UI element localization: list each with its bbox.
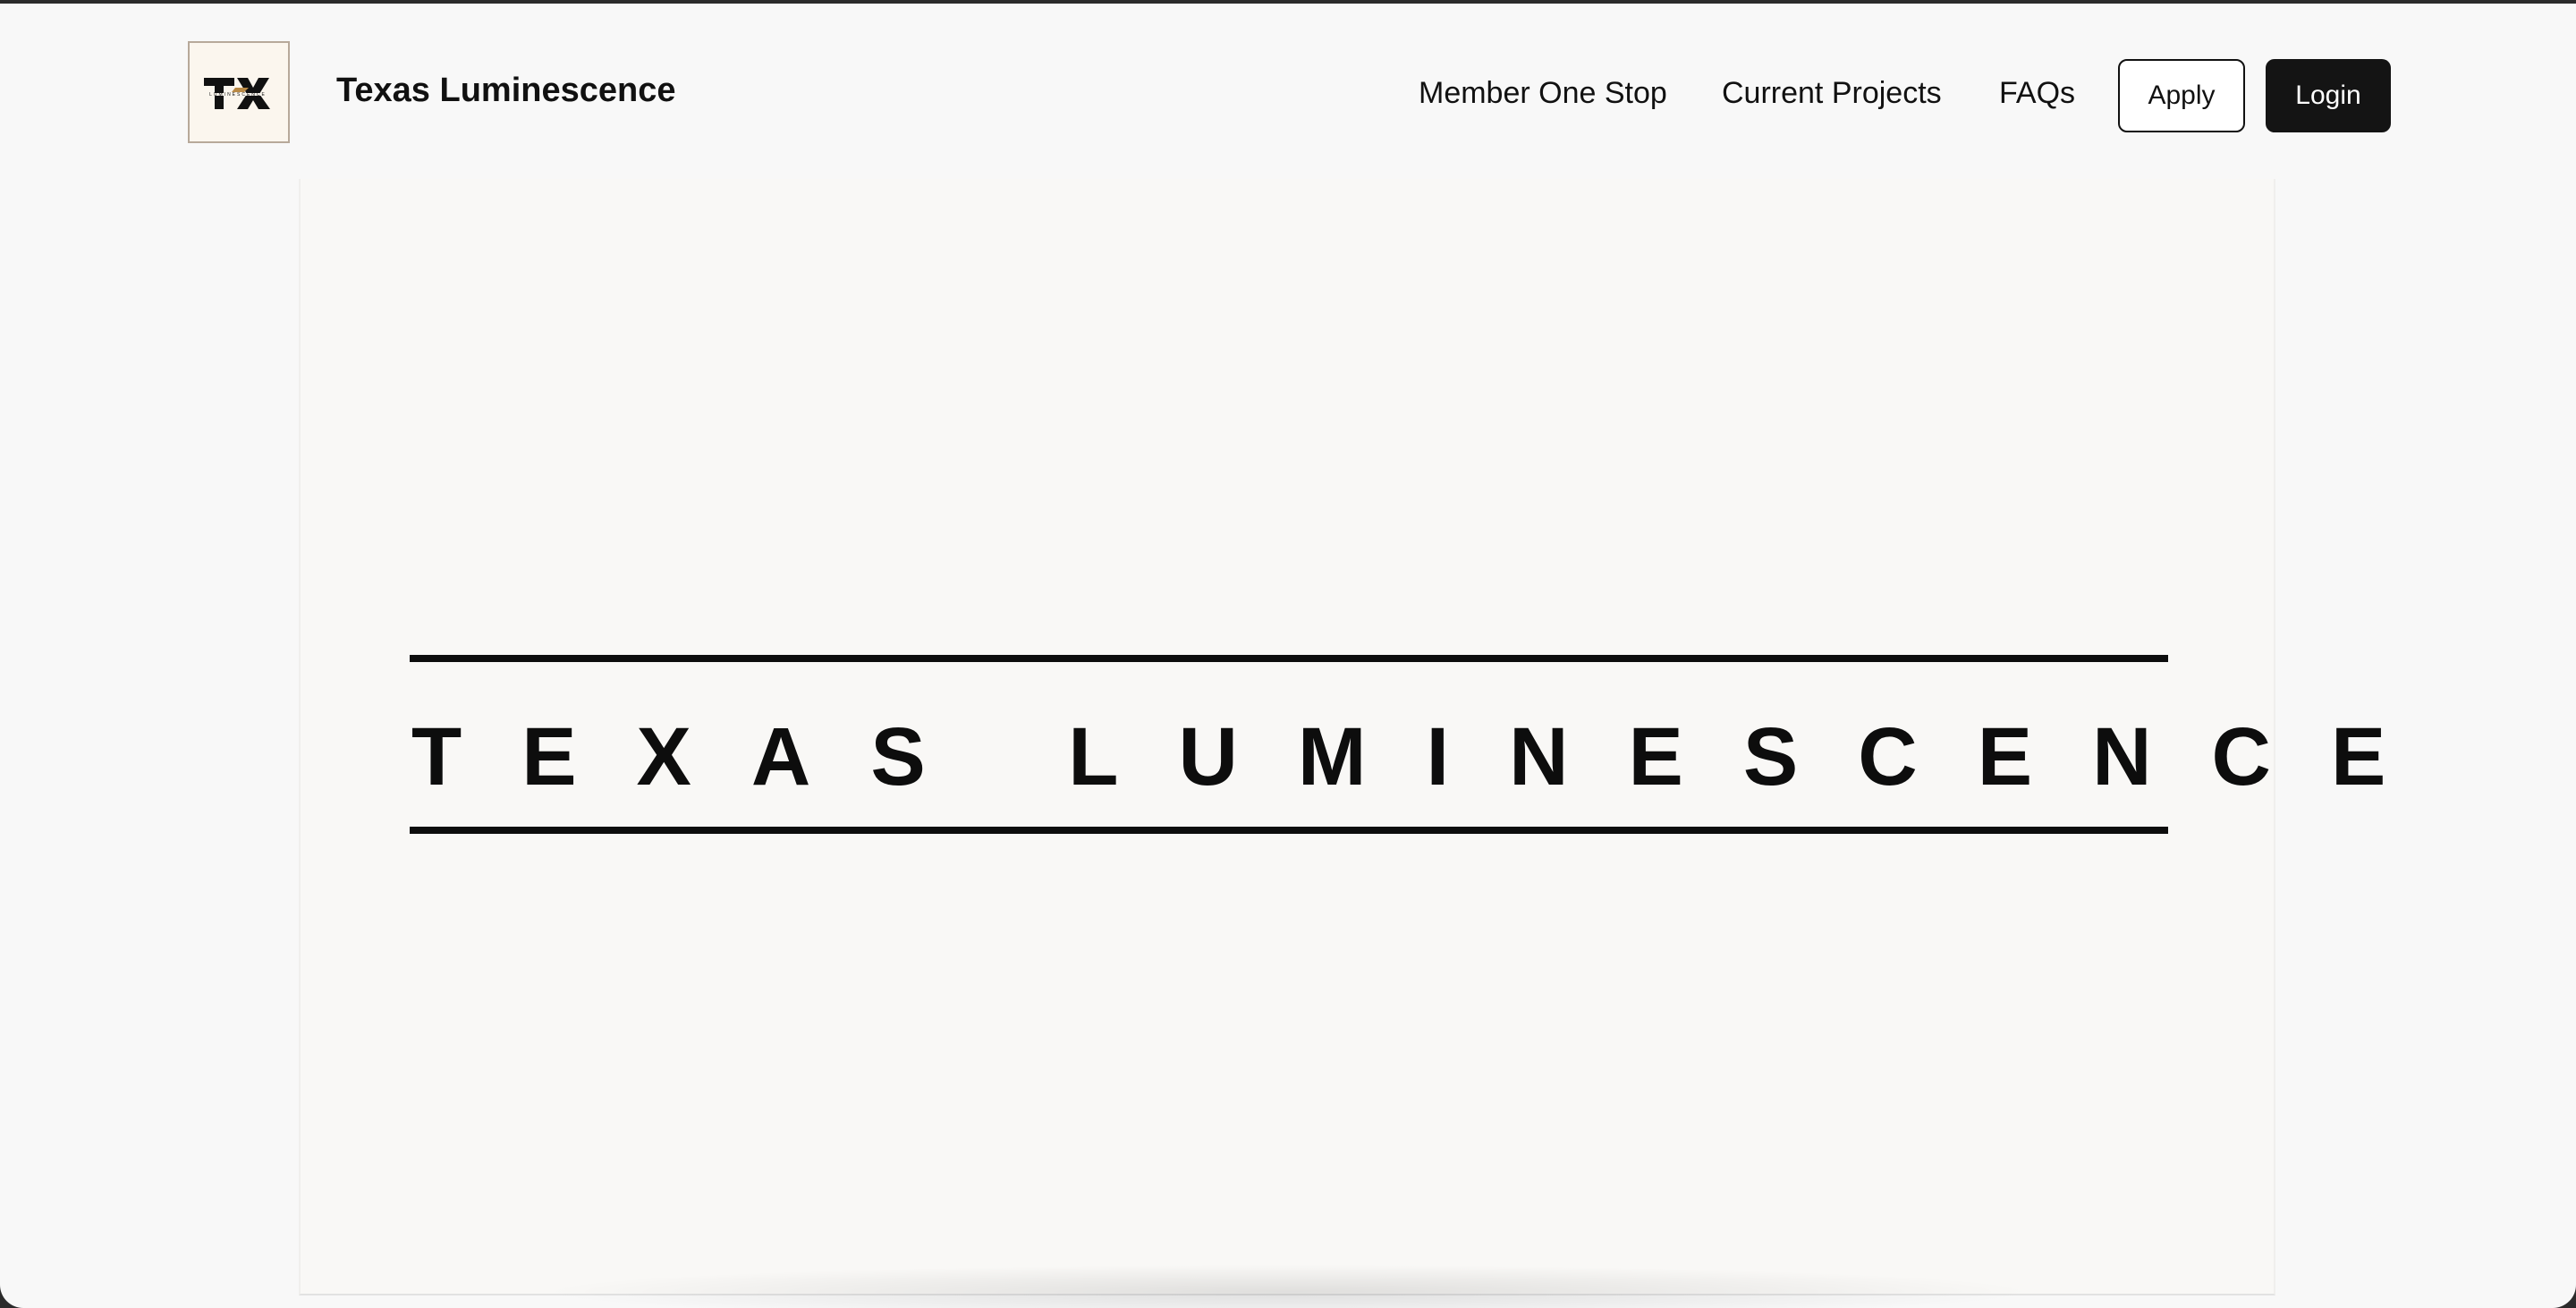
hero-title: TEXAS LUMINESCENCE — [411, 711, 2446, 803]
bottom-shadow — [555, 1265, 2021, 1308]
hero-bottom-rule — [410, 827, 2168, 834]
login-button[interactable]: Login — [2266, 59, 2391, 132]
apply-button[interactable]: Apply — [2118, 59, 2245, 132]
nav-member-one-stop[interactable]: Member One Stop — [1419, 78, 1667, 108]
hero-top-rule — [410, 655, 2168, 662]
browser-page: LUMINESCENCE Texas Luminescence Member O… — [0, 4, 2576, 1308]
nav-faqs[interactable]: FAQs — [1999, 78, 2075, 108]
site-header: LUMINESCENCE Texas Luminescence Member O… — [0, 4, 2576, 183]
site-logo[interactable]: LUMINESCENCE — [188, 41, 290, 143]
brand-name[interactable]: Texas Luminescence — [336, 73, 675, 107]
logo-subtext: LUMINESCENCE — [209, 92, 267, 98]
nav-current-projects[interactable]: Current Projects — [1722, 78, 1942, 108]
tx-logo-icon: LUMINESCENCE — [192, 46, 285, 139]
